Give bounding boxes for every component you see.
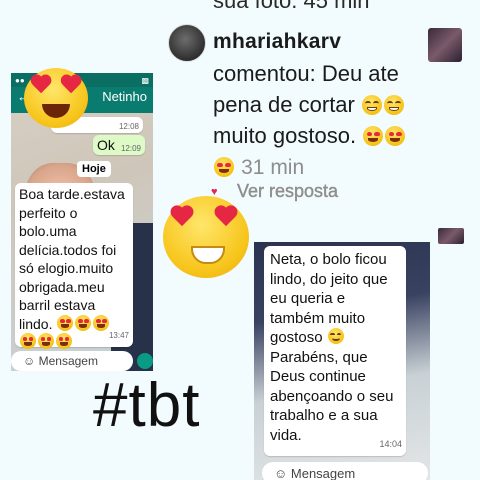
user-avatar[interactable] xyxy=(168,24,206,62)
message-text: Ok xyxy=(97,137,115,153)
message-bubble-long: Neta, o bolo ficou lindo, do jeito que e… xyxy=(264,246,406,456)
hashtag-text: #tbt xyxy=(93,371,201,440)
cut-notification-text: sua foto. 45 min xyxy=(213,0,370,13)
chat-title: Netinho xyxy=(102,89,147,104)
message-text: Boa tarde.estava perfeito o bolo.uma del… xyxy=(19,186,125,332)
message-input[interactable]: ☺ Mensagem xyxy=(262,462,428,480)
heart-eyes-emoji-icon xyxy=(75,314,92,331)
comment-body-2: muito gostoso. xyxy=(213,123,357,148)
reply-link[interactable]: Ver resposta xyxy=(237,181,338,202)
heart-eyes-emoji-icon xyxy=(20,333,36,349)
message-bubble-ok: Ok 12:09 xyxy=(93,135,145,155)
drooling-emoji-large-icon xyxy=(163,196,249,278)
mouth-shape xyxy=(42,104,70,118)
message-time: 14:04 xyxy=(379,438,402,449)
mic-icon[interactable] xyxy=(137,353,153,369)
comment-username[interactable]: mhariahkarv xyxy=(213,30,341,54)
message-input[interactable]: ☺ Mensagem xyxy=(11,351,133,371)
heart-eyes-emoji-icon xyxy=(57,314,74,331)
heart-eyes-emoji-large-icon xyxy=(24,68,88,128)
heart-eyes-emoji-icon xyxy=(38,333,54,349)
whatsapp-screenshot-right: Neta, o bolo ficou lindo, do jeito que e… xyxy=(254,242,430,480)
message-bubble-long: Boa tarde.estava perfeito o bolo.uma del… xyxy=(15,183,133,349)
heart-eyes-emoji-icon xyxy=(56,333,72,349)
date-divider: Hoje xyxy=(77,161,111,177)
comment-text: comentou: Deu ate pena de cortar muito g… xyxy=(213,58,423,183)
comment-time: 31 min xyxy=(241,156,305,179)
heart-shape xyxy=(61,75,83,95)
message-text-2: Parabéns, que Deus continue abençoando o… xyxy=(270,348,394,444)
heart-eyes-emoji-icon xyxy=(214,157,234,177)
heart-eyes-emoji-icon xyxy=(363,126,384,146)
smiling-emoji-icon xyxy=(327,328,344,344)
drool-shape xyxy=(191,246,225,264)
heart-shape xyxy=(31,75,53,95)
message-time: 13:47 xyxy=(108,330,129,340)
heart-eyes-emoji-icon xyxy=(93,314,110,331)
message-time: 12:08 xyxy=(118,122,139,131)
heart-eyes-emoji-icon xyxy=(385,126,406,146)
laughing-emoji-icon xyxy=(362,95,382,115)
heart-shape xyxy=(171,206,195,228)
heart-shape xyxy=(215,206,239,228)
message-time: 12:09 xyxy=(120,144,141,153)
message-input-placeholder: Mensagem xyxy=(38,354,98,368)
post-thumbnail-2[interactable] xyxy=(438,228,464,244)
message-input-placeholder: Mensagem xyxy=(290,465,356,480)
post-thumbnail[interactable] xyxy=(428,28,462,62)
laughing-emoji-icon xyxy=(384,95,404,115)
